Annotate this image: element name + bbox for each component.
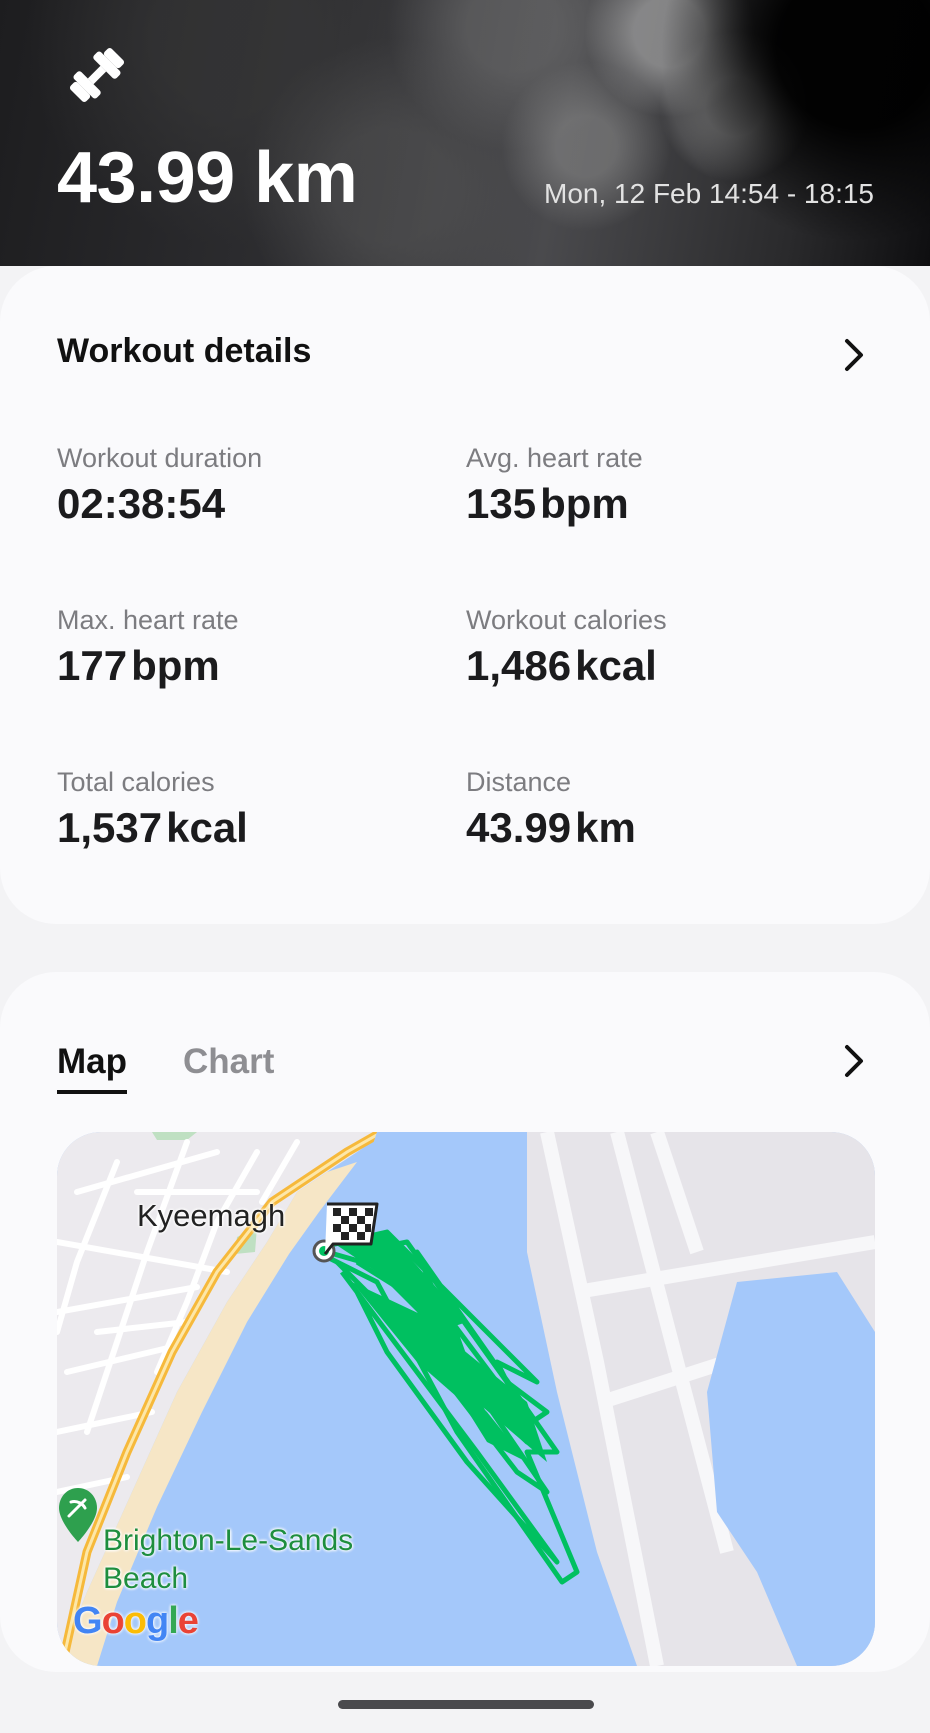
stat-total-calories: Total calories 1,537kcal xyxy=(57,766,417,854)
map-section-chevron-icon[interactable] xyxy=(838,1042,868,1080)
stat-workout-duration: Workout duration 02:38:54 xyxy=(57,442,417,530)
stat-distance: Distance 43.99km xyxy=(466,766,826,854)
workout-date-range: Mon, 12 Feb 14:54 - 18:15 xyxy=(544,178,874,209)
beach-label-line2: Beach xyxy=(103,1562,189,1595)
workout-header: 43.99 km Mon, 12 Feb 14:54 - 18:15 xyxy=(0,0,930,266)
stat-value: 1,537kcal xyxy=(57,802,417,854)
stat-value: 135bpm xyxy=(466,478,826,530)
finish-flag-icon xyxy=(319,1200,381,1256)
workout-details-chevron-icon[interactable] xyxy=(838,336,868,374)
stat-label: Max. heart rate xyxy=(57,605,239,635)
stat-unit: bpm xyxy=(131,642,220,689)
total-distance: 43.99 km xyxy=(57,138,358,218)
stat-number: 1,486 xyxy=(466,642,572,689)
route-map[interactable]: Kyeemagh Brighton-Le-Sands Beach Google xyxy=(57,1132,875,1666)
dumbbell-icon xyxy=(64,42,130,108)
home-indicator[interactable] xyxy=(338,1700,594,1709)
stat-value: 177bpm xyxy=(57,640,417,692)
beach-label-line1: Brighton-Le-Sands xyxy=(103,1524,354,1557)
stat-unit: kcal xyxy=(575,642,657,689)
stat-label: Workout duration xyxy=(57,443,263,473)
stat-value: 02:38:54 xyxy=(57,478,417,530)
map-place-label: Kyeemagh xyxy=(137,1198,286,1233)
stat-max-heart-rate: Max. heart rate 177bpm xyxy=(57,604,417,692)
stat-value: 43.99km xyxy=(466,802,826,854)
stat-label: Avg. heart rate xyxy=(466,443,643,473)
stat-number: 1,537 xyxy=(57,804,163,851)
stat-number: 02:38:54 xyxy=(57,480,226,527)
stat-number: 177 xyxy=(57,642,128,689)
stat-label: Distance xyxy=(466,767,572,797)
stat-label: Workout calories xyxy=(466,605,667,635)
workout-details-title: Workout details xyxy=(57,332,312,370)
stat-number: 43.99 xyxy=(466,804,572,851)
stat-number: 135 xyxy=(466,480,537,527)
beach-label: Brighton-Le-Sands Beach xyxy=(103,1522,353,1598)
stat-label: Total calories xyxy=(57,767,215,797)
stat-workout-calories: Workout calories 1,486kcal xyxy=(466,604,826,692)
stat-value: 1,486kcal xyxy=(466,640,826,692)
tab-map[interactable]: Map xyxy=(57,1040,127,1094)
stat-unit: bpm xyxy=(540,480,629,527)
stat-unit: km xyxy=(575,804,636,851)
stat-unit: kcal xyxy=(166,804,248,851)
tab-chart[interactable]: Chart xyxy=(183,1040,274,1084)
google-attribution-logo: Google xyxy=(73,1600,199,1642)
beach-pin-icon xyxy=(57,1486,99,1546)
stat-avg-heart-rate: Avg. heart rate 135bpm xyxy=(466,442,826,530)
